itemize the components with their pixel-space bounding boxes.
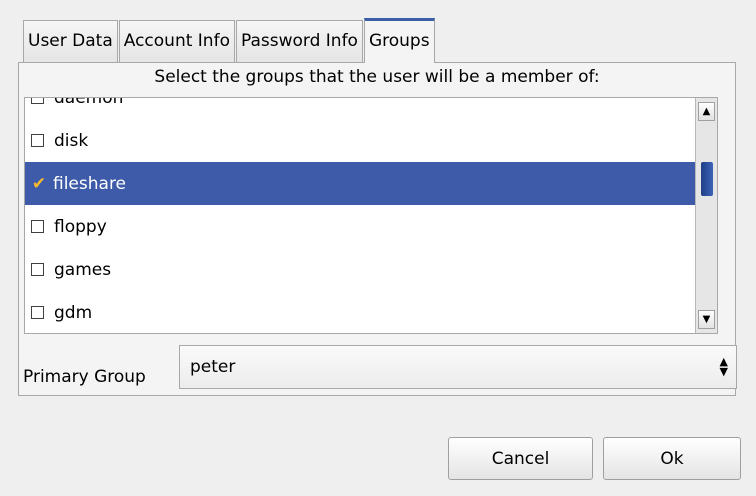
list-item-fileshare[interactable]: ✔ fileshare: [25, 162, 717, 205]
primary-group-value: peter: [190, 357, 236, 377]
spinner-arrows-icon: ▲ ▼: [719, 355, 728, 378]
primary-group-select[interactable]: peter ▲ ▼: [179, 345, 737, 389]
scroll-up-icon[interactable]: ▲: [698, 102, 715, 121]
primary-group-label: Primary Group: [23, 367, 146, 387]
group-name: disk: [54, 130, 89, 151]
group-name: games: [54, 259, 112, 280]
groups-list: daemon disk ✔ fileshare floppy games gdm: [24, 97, 718, 334]
tab-password-info[interactable]: Password Info: [235, 20, 363, 63]
list-item-games[interactable]: games: [25, 248, 717, 291]
tab-user-data[interactable]: User Data: [23, 20, 118, 63]
scrollbar-thumb[interactable]: [701, 162, 713, 196]
checkbox[interactable]: [31, 134, 44, 147]
checkmark-icon[interactable]: ✔: [31, 174, 47, 194]
list-item-daemon[interactable]: daemon: [25, 97, 717, 119]
vertical-scrollbar[interactable]: ▲ ▼: [695, 98, 717, 333]
list-item-gdm[interactable]: gdm: [25, 291, 717, 333]
group-name: daemon: [54, 97, 124, 108]
tab-account-info[interactable]: Account Info: [118, 20, 235, 63]
list-item-floppy[interactable]: floppy: [25, 205, 717, 248]
checkbox[interactable]: [31, 220, 44, 233]
tab-bar: User Data Account Info Password Info Gro…: [23, 18, 436, 63]
cancel-button[interactable]: Cancel: [448, 437, 593, 480]
group-name: fileshare: [53, 173, 127, 194]
groups-panel: Select the groups that the user will be …: [18, 62, 737, 396]
ok-button[interactable]: Ok: [603, 437, 741, 480]
checkbox[interactable]: [31, 263, 44, 276]
group-name: floppy: [54, 216, 107, 237]
group-name: gdm: [54, 302, 93, 323]
list-item-disk[interactable]: disk: [25, 119, 717, 162]
checkbox[interactable]: [31, 306, 44, 319]
scroll-down-icon[interactable]: ▼: [698, 310, 715, 329]
instruction-label: Select the groups that the user will be …: [154, 67, 600, 87]
checkbox[interactable]: [31, 98, 44, 104]
tab-groups[interactable]: Groups: [363, 18, 435, 63]
